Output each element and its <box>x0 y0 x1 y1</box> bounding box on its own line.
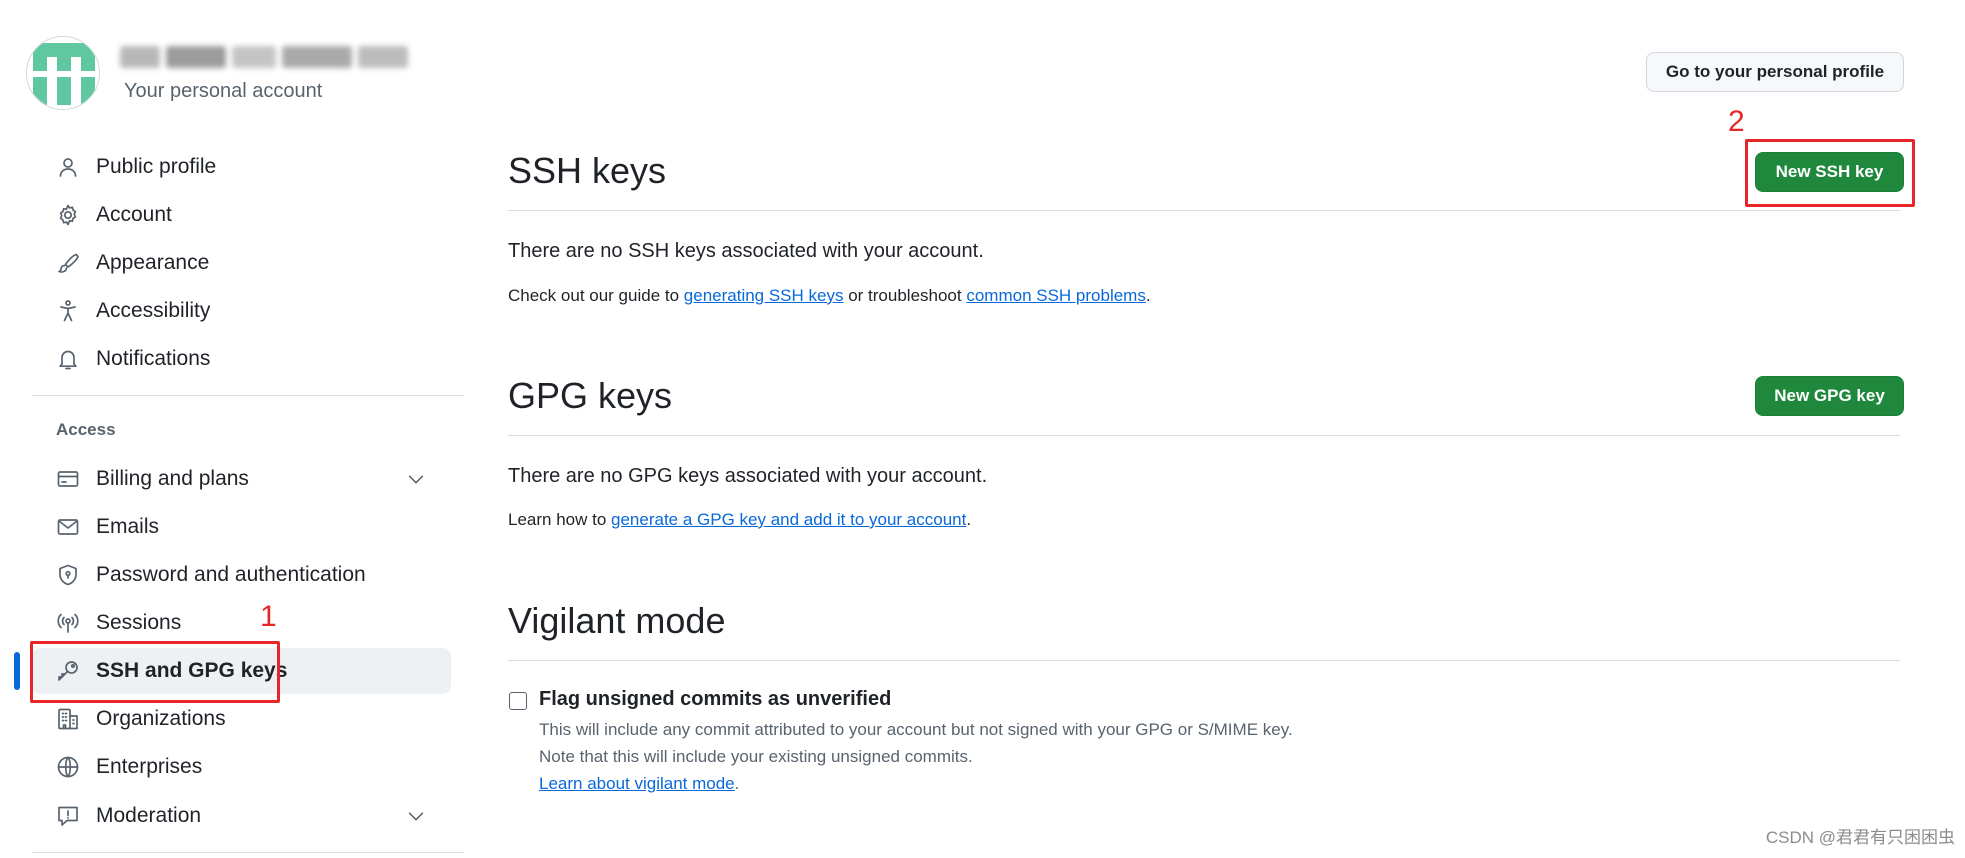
section-divider <box>508 435 1900 436</box>
gpg-learn-prefix: Learn how to <box>508 510 612 529</box>
vigilant-note-2: Note that this will include your existin… <box>539 747 973 766</box>
watermark: CSDN @君君有只困困虫 <box>1765 828 1955 847</box>
chevron-down-icon[interactable] <box>405 468 427 490</box>
sidebar-divider <box>32 852 464 853</box>
globe-icon <box>54 753 82 781</box>
flag-unsigned-commits-checkbox[interactable] <box>509 692 527 710</box>
ssh-keys-title: SSH keys <box>508 150 667 191</box>
ssh-guide-text: Check out our guide to generating SSH ke… <box>508 286 1151 306</box>
sidebar-item-label: Billing and plans <box>96 467 249 490</box>
sidebar-item-enterprises[interactable]: Enterprises <box>32 744 451 790</box>
credit-card-icon <box>54 465 82 493</box>
ssh-guide-prefix: Check out our guide to <box>508 286 684 305</box>
sidebar-item-sessions[interactable]: Sessions <box>32 600 451 646</box>
person-icon <box>54 153 82 181</box>
sidebar-item-label: Enterprises <box>96 755 203 778</box>
common-ssh-problems-link[interactable]: common SSH problems <box>966 286 1146 305</box>
accessibility-icon <box>54 297 82 325</box>
report-icon <box>54 802 82 830</box>
chevron-down-icon[interactable] <box>405 805 427 827</box>
ssh-empty-text: There are no SSH keys associated with yo… <box>508 240 984 262</box>
new-gpg-key-button[interactable]: New GPG key <box>1755 376 1904 416</box>
vigilant-mode-link[interactable]: Learn about vigilant mode <box>539 774 735 793</box>
ssh-guide-suffix: . <box>1145 286 1151 305</box>
bell-icon <box>54 345 82 373</box>
section-divider <box>508 210 1900 211</box>
ssh-guide-middle: or troubleshoot <box>843 286 967 305</box>
sidebar-item-accessibility[interactable]: Accessibility <box>32 288 451 334</box>
gpg-empty-text: There are no GPG keys associated with yo… <box>508 465 988 487</box>
paintbrush-icon <box>54 249 82 277</box>
sidebar-item-appearance[interactable]: Appearance <box>32 240 451 286</box>
sidebar-item-emails[interactable]: Emails <box>32 504 451 550</box>
vigilant-learn-text: Learn about vigilant mode. <box>539 774 739 794</box>
identicon-image <box>27 37 99 109</box>
sidebar-item-label: Appearance <box>96 251 210 274</box>
organization-icon <box>54 705 82 733</box>
annotation-box-1 <box>30 641 280 703</box>
sidebar-item-password-auth[interactable]: Password and authentication <box>32 552 451 598</box>
sidebar-item-label: Notifications <box>96 347 211 370</box>
vigilant-note-1: This will include any commit attributed … <box>539 720 1293 739</box>
sidebar-item-label: Password and authentication <box>96 563 366 586</box>
sidebar-item-label: Account <box>96 203 172 226</box>
shield-lock-icon <box>54 561 82 589</box>
vigilant-learn-suffix: . <box>734 774 740 793</box>
go-to-profile-button[interactable]: Go to your personal profile <box>1646 52 1904 92</box>
gpg-learn-text: Learn how to generate a GPG key and add … <box>508 510 971 530</box>
sidebar-heading-access: Access <box>56 420 116 439</box>
gpg-learn-suffix: . <box>966 510 972 529</box>
annotation-number-2: 2 <box>1728 105 1745 138</box>
broadcast-icon <box>54 609 82 637</box>
sidebar-item-billing[interactable]: Billing and plans <box>32 456 451 502</box>
mail-icon <box>54 513 82 541</box>
annotation-number-1: 1 <box>260 600 277 633</box>
sidebar-item-account[interactable]: Account <box>32 192 451 238</box>
sidebar-item-label: Organizations <box>96 707 226 730</box>
sidebar-item-label: Sessions <box>96 611 182 634</box>
sidebar-item-label: Emails <box>96 515 160 538</box>
gear-icon <box>54 201 82 229</box>
sidebar-item-label: Moderation <box>96 804 202 827</box>
account-name-blurred <box>120 40 445 74</box>
flag-unsigned-commits-label[interactable]: Flag unsigned commits as unverified <box>539 688 891 711</box>
sidebar-divider <box>32 395 464 396</box>
annotation-box-2 <box>1745 139 1915 207</box>
sidebar-item-label: Public profile <box>96 155 217 178</box>
gpg-keys-title: GPG keys <box>508 375 673 416</box>
section-divider <box>508 660 1900 661</box>
sidebar-item-moderation[interactable]: Moderation <box>32 793 451 839</box>
active-item-indicator <box>14 652 20 690</box>
generate-gpg-key-link[interactable]: generate a GPG key and add it to your ac… <box>611 510 966 529</box>
sidebar-item-notifications[interactable]: Notifications <box>32 336 451 382</box>
sidebar-item-label: Accessibility <box>96 299 211 322</box>
generating-ssh-keys-link[interactable]: generating SSH keys <box>684 286 844 305</box>
sidebar-item-public-profile[interactable]: Public profile <box>32 144 451 190</box>
avatar[interactable] <box>26 36 100 110</box>
vigilant-mode-title: Vigilant mode <box>508 600 726 641</box>
account-subtitle: Your personal account <box>124 80 323 102</box>
